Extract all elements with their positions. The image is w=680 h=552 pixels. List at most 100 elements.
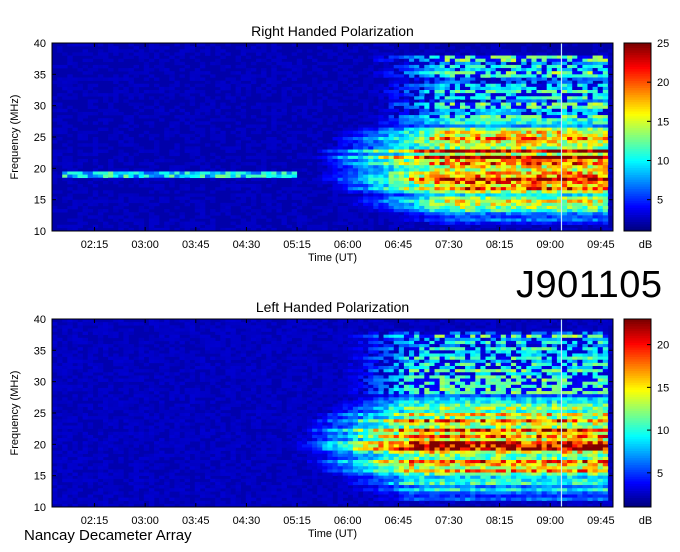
spectrogram-cell xyxy=(587,96,593,100)
spectrogram-cell xyxy=(312,80,318,85)
spectrogram-cell xyxy=(577,328,583,332)
spectrogram-cell xyxy=(301,130,308,135)
spectrogram-cell xyxy=(414,187,420,191)
spectrogram-cell xyxy=(454,58,461,63)
spectrogram-cell xyxy=(511,149,517,153)
spectrogram-cell xyxy=(577,196,583,200)
spectrogram-cell xyxy=(337,212,343,216)
colorbar-swatch xyxy=(624,101,651,105)
spectrogram-cell xyxy=(567,102,573,106)
spectrogram-cell xyxy=(449,96,456,100)
spectrogram-cell xyxy=(602,68,609,72)
colorbar-swatch xyxy=(624,47,651,51)
spectrogram-cell xyxy=(526,149,532,153)
spectrogram-cell xyxy=(516,77,522,81)
spectrogram-cell xyxy=(521,171,527,175)
colorbar-swatch xyxy=(624,106,651,110)
spectrogram-cell xyxy=(57,137,63,141)
spectrogram-cell xyxy=(67,174,73,179)
spectrogram-cell xyxy=(174,152,180,157)
spectrogram-cell xyxy=(388,155,394,160)
spectrogram-cell xyxy=(388,58,394,63)
spectrogram-cell xyxy=(398,202,405,207)
spectrogram-cell xyxy=(307,71,313,75)
spectrogram-cell xyxy=(174,130,180,135)
spectrogram-cell xyxy=(393,99,400,103)
spectrogram-cell xyxy=(317,177,323,182)
spectrogram-cell xyxy=(358,199,364,204)
spectrogram-cell xyxy=(210,190,216,194)
spectrogram-cell xyxy=(429,105,435,110)
spectrogram-cell xyxy=(434,180,440,185)
spectrogram-cell xyxy=(424,90,430,94)
spectrogram-cell xyxy=(480,155,486,160)
spectrogram-cell xyxy=(424,121,430,125)
spectrogram-cell xyxy=(403,64,410,69)
spectrogram-cell xyxy=(154,133,160,138)
spectrogram-cell xyxy=(220,115,226,119)
spectrogram-cell xyxy=(199,133,206,138)
spectrogram-cell xyxy=(495,86,502,91)
spectrogram-cell xyxy=(133,221,139,226)
spectrogram-cell xyxy=(317,212,323,216)
spectrogram-cell xyxy=(602,149,609,153)
spectrogram-cell xyxy=(465,187,471,191)
spectrogram-cell xyxy=(577,68,583,72)
spectrogram-cell xyxy=(409,193,415,197)
spectrogram-cell xyxy=(500,121,507,125)
spectrogram-cell xyxy=(597,121,604,125)
spectrogram-cell xyxy=(495,190,502,194)
spectrogram-cell xyxy=(454,105,461,110)
spectrogram-cell xyxy=(67,171,73,175)
spectrogram-cell xyxy=(174,121,180,125)
spectrogram-cell xyxy=(373,209,379,213)
spectrogram-cell xyxy=(92,199,99,204)
spectrogram-cell xyxy=(531,149,537,153)
spectrogram-cell xyxy=(327,331,333,335)
colorbar-swatch xyxy=(624,50,651,53)
spectrogram-cell xyxy=(77,202,83,207)
spectrogram-cell xyxy=(485,177,491,182)
spectrogram-cell xyxy=(220,168,226,172)
spectrogram-cell xyxy=(174,83,180,88)
spectrogram-cell xyxy=(567,174,573,179)
spectrogram-cell xyxy=(352,215,359,219)
spectrogram-cell xyxy=(546,80,553,85)
spectrogram-cell xyxy=(521,49,527,53)
spectrogram-cell xyxy=(490,165,496,169)
spectrogram-cell xyxy=(97,55,104,59)
spectrogram-cell xyxy=(567,93,573,97)
spectrogram-cell xyxy=(57,46,63,50)
spectrogram-cell xyxy=(378,108,384,113)
spectrogram-cell xyxy=(562,80,568,85)
spectrogram-cell xyxy=(179,93,185,97)
spectrogram-cell xyxy=(317,105,323,110)
spectrogram-cell xyxy=(495,331,502,335)
spectrogram-cell xyxy=(296,218,303,222)
spectrogram-cell xyxy=(230,155,236,160)
spectrogram-cell xyxy=(378,196,384,200)
spectrogram-cell xyxy=(587,133,593,138)
spectrogram-cell xyxy=(368,49,374,53)
spectrogram-cell xyxy=(123,202,129,207)
spectrogram-cell xyxy=(240,115,247,119)
spectrogram-cell xyxy=(82,90,88,94)
spectrogram-cell xyxy=(526,80,532,85)
spectrogram-cell xyxy=(368,205,374,210)
spectrogram-cell xyxy=(449,71,456,75)
spectrogram-cell xyxy=(245,86,252,91)
spectrogram-cell xyxy=(138,224,145,229)
spectrogram-cell xyxy=(582,96,588,100)
spectrogram-cell xyxy=(220,174,226,179)
spectrogram-cell xyxy=(250,140,257,144)
spectrogram-cell xyxy=(597,90,604,94)
spectrogram-cell xyxy=(103,64,109,69)
spectrogram-cell xyxy=(434,77,440,81)
spectrogram-cell xyxy=(154,174,160,179)
spectrogram-cell xyxy=(174,325,180,329)
spectrogram-cell xyxy=(434,196,440,200)
x-tick-label: 04:30 xyxy=(233,239,261,251)
spectrogram-cell xyxy=(245,171,252,175)
spectrogram-cell xyxy=(516,74,522,78)
spectrogram-cell xyxy=(403,86,410,91)
